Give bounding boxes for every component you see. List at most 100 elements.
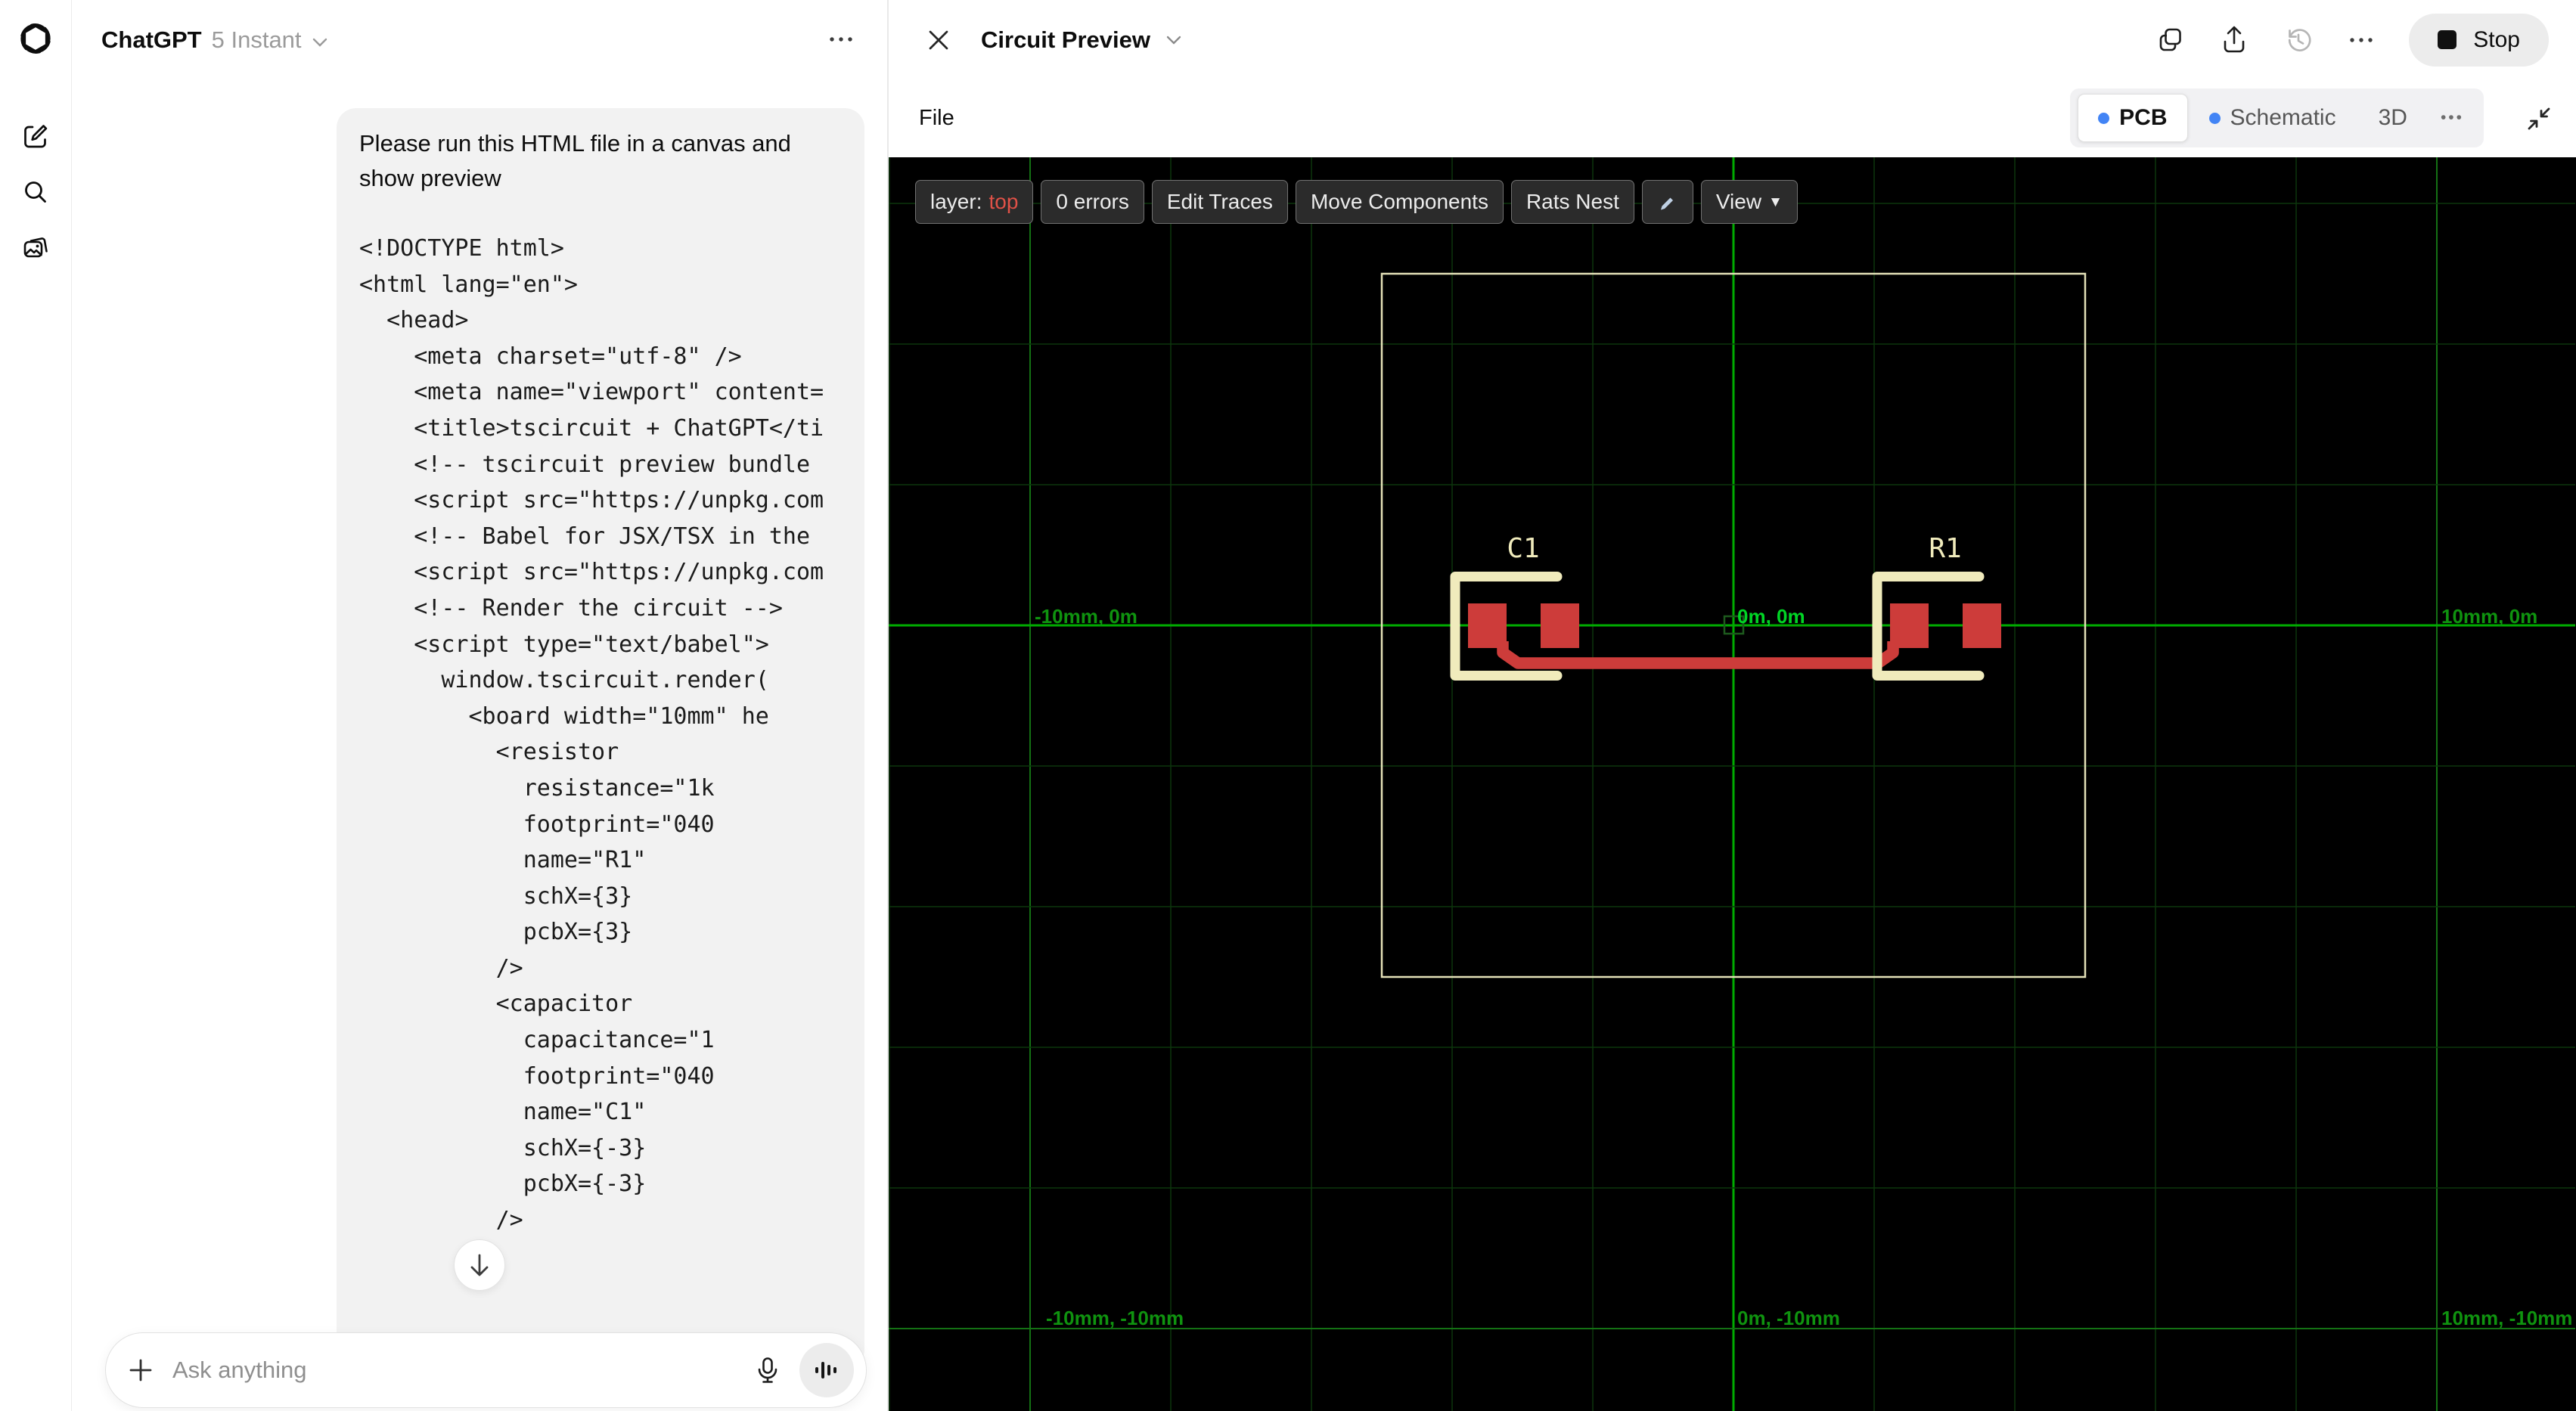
code-line: <script src="https://unpkg.com	[359, 559, 824, 586]
code-line: schX={3}	[359, 882, 633, 910]
microphone-icon[interactable]	[753, 1355, 783, 1385]
refdes-label: C1	[1507, 533, 1539, 564]
user-message-text: Please run this HTML file in a canvas an…	[359, 130, 791, 191]
code-line: <title>tscircuit + ChatGPT</ti	[359, 414, 824, 442]
view-dropdown-button[interactable]: View ▼	[1700, 180, 1798, 224]
composer-input[interactable]: Ask anything	[172, 1357, 307, 1384]
copy-icon[interactable]	[2156, 26, 2185, 54]
tab-3d[interactable]: 3D	[2357, 105, 2429, 131]
schematic-dot-icon	[2208, 112, 2221, 124]
coordinate-label: -10mm, 0m	[1035, 605, 1137, 628]
model-name: 5 Instant	[211, 26, 302, 53]
canvas-title-menu[interactable]: Circuit Preview	[981, 26, 1182, 54]
code-line: pcbX={-3}	[359, 1171, 647, 1198]
model-picker[interactable]: ChatGPT 5 Instant	[101, 26, 328, 54]
app-title: ChatGPT	[101, 26, 202, 53]
code-line: <script type="text/babel">	[359, 631, 769, 658]
collapse-icon	[2528, 107, 2550, 129]
code-line: <!DOCTYPE html>	[359, 235, 564, 262]
code-line: <!-- tscircuit preview bundle	[359, 451, 811, 478]
canvas-title: Circuit Preview	[981, 26, 1150, 53]
pcb-render[interactable]: C1 R1 -10mm, 0m 0m, 0m 10mm, 0m -10mm, -10mm 0…	[889, 157, 2575, 1411]
search-button[interactable]	[21, 178, 50, 206]
composer[interactable]: Ask anything	[105, 1332, 867, 1408]
pcb-dot-icon	[2098, 112, 2110, 124]
code-line: />	[359, 954, 523, 981]
canvas-actions: Stop	[2156, 13, 2549, 67]
conversation-menu-button[interactable]	[828, 33, 854, 47]
pcb-toolbar: layer: top 0 errors Edit Traces Move Comp…	[915, 180, 1798, 224]
chat-column: ChatGPT 5 Instant Please run this HTML f…	[72, 0, 887, 1411]
arrow-down-icon	[470, 1254, 489, 1276]
pcb-grid	[889, 157, 2575, 1411]
code-line: <board width="10mm" he	[359, 702, 769, 730]
code-line: />	[359, 1207, 523, 1234]
close-icon[interactable]	[926, 28, 951, 52]
coordinate-label: 0m, -10mm	[1737, 1307, 1840, 1329]
view-tabs: PCB Schematic 3D •••	[2070, 88, 2484, 147]
library-button[interactable]	[21, 234, 50, 262]
code-line: name="R1"	[359, 847, 647, 874]
user-message-code: <!DOCTYPE html> <html lang="en"> <head> <…	[359, 231, 842, 1239]
edit-traces-button[interactable]: Edit Traces	[1151, 180, 1288, 224]
scroll-to-bottom-button[interactable]	[454, 1239, 505, 1291]
component-C1[interactable]: C1	[1450, 533, 1579, 681]
new-chat-icon	[24, 125, 48, 148]
library-icon	[23, 237, 48, 258]
tab-schematic[interactable]: Schematic	[2188, 105, 2357, 131]
pencil-tool-button[interactable]	[1641, 180, 1693, 224]
new-chat-button[interactable]	[21, 122, 50, 150]
rats-nest-button[interactable]: Rats Nest	[1510, 180, 1634, 224]
coordinate-label: -10mm, -10mm	[1046, 1307, 1184, 1329]
openai-logo-icon[interactable]	[18, 21, 53, 56]
canvas-header: Circuit Preview Stop	[889, 0, 2576, 79]
stop-square-icon	[2438, 30, 2457, 49]
stop-button[interactable]: Stop	[2409, 13, 2549, 67]
refdes-label: R1	[1929, 533, 1961, 564]
canvas-menubar: File PCB Schematic 3D •••	[889, 79, 2576, 157]
tabs-more-button[interactable]: •••	[2429, 109, 2476, 127]
tab-pcb[interactable]: PCB	[2078, 94, 2188, 142]
file-menu[interactable]: File	[910, 79, 964, 157]
pencil-icon	[1660, 197, 1673, 210]
code-line: pcbX={3}	[359, 919, 633, 946]
user-message: Please run this HTML file in a canvas an…	[337, 108, 864, 1369]
code-line: resistance="1k	[359, 774, 715, 802]
coordinate-label: 10mm, -10mm	[2441, 1307, 2572, 1329]
smd-pad[interactable]	[1541, 603, 1579, 648]
layer-button[interactable]: layer: top	[915, 180, 1034, 224]
smd-pad[interactable]	[1963, 603, 2001, 648]
chevron-down-icon	[312, 38, 327, 47]
attach-plus-icon[interactable]	[127, 1357, 154, 1384]
code-line: <!-- Babel for JSX/TSX in the	[359, 523, 811, 550]
code-line: <meta charset="utf-8" />	[359, 343, 742, 370]
code-line: <script src="https://unpkg.com	[359, 487, 824, 514]
code-line: window.tscircuit.render(	[359, 667, 769, 694]
chevron-down-icon	[1166, 36, 1181, 45]
sidebar-rail	[0, 0, 72, 1411]
app: ChatGPT 5 Instant Please run this HTML f…	[0, 0, 2576, 1411]
code-line: <html lang="en">	[359, 271, 578, 298]
ellipsis-icon[interactable]	[2348, 36, 2374, 44]
smd-pad[interactable]	[1468, 603, 1507, 648]
code-line: name="C1"	[359, 1099, 647, 1126]
chat-header: ChatGPT 5 Instant	[72, 0, 887, 79]
history-icon[interactable]	[2283, 25, 2314, 55]
share-upload-icon[interactable]	[2220, 25, 2249, 55]
coordinate-label: 0m, 0m	[1737, 605, 1805, 628]
smd-pad[interactable]	[1890, 603, 1929, 648]
code-line: footprint="040	[359, 1062, 715, 1090]
code-line: <head>	[359, 307, 469, 334]
code-line: <meta name="viewport" content=	[359, 379, 824, 406]
code-line: capacitance="1	[359, 1027, 715, 1054]
canvas-panel: Circuit Preview Stop File PCB Schematic …	[887, 0, 2576, 1411]
pcb-canvas[interactable]: layer: top 0 errors Edit Traces Move Comp…	[889, 157, 2576, 1411]
code-line: <!-- Render the circuit -->	[359, 594, 783, 622]
collapse-preview-button[interactable]	[2525, 79, 2553, 157]
stop-label: Stop	[2473, 26, 2520, 52]
voice-mode-button[interactable]	[799, 1343, 854, 1397]
code-line: schX={-3}	[359, 1134, 647, 1161]
errors-button[interactable]: 0 errors	[1041, 180, 1144, 224]
move-components-button[interactable]: Move Components	[1295, 180, 1504, 224]
ellipsis-icon	[830, 36, 852, 42]
